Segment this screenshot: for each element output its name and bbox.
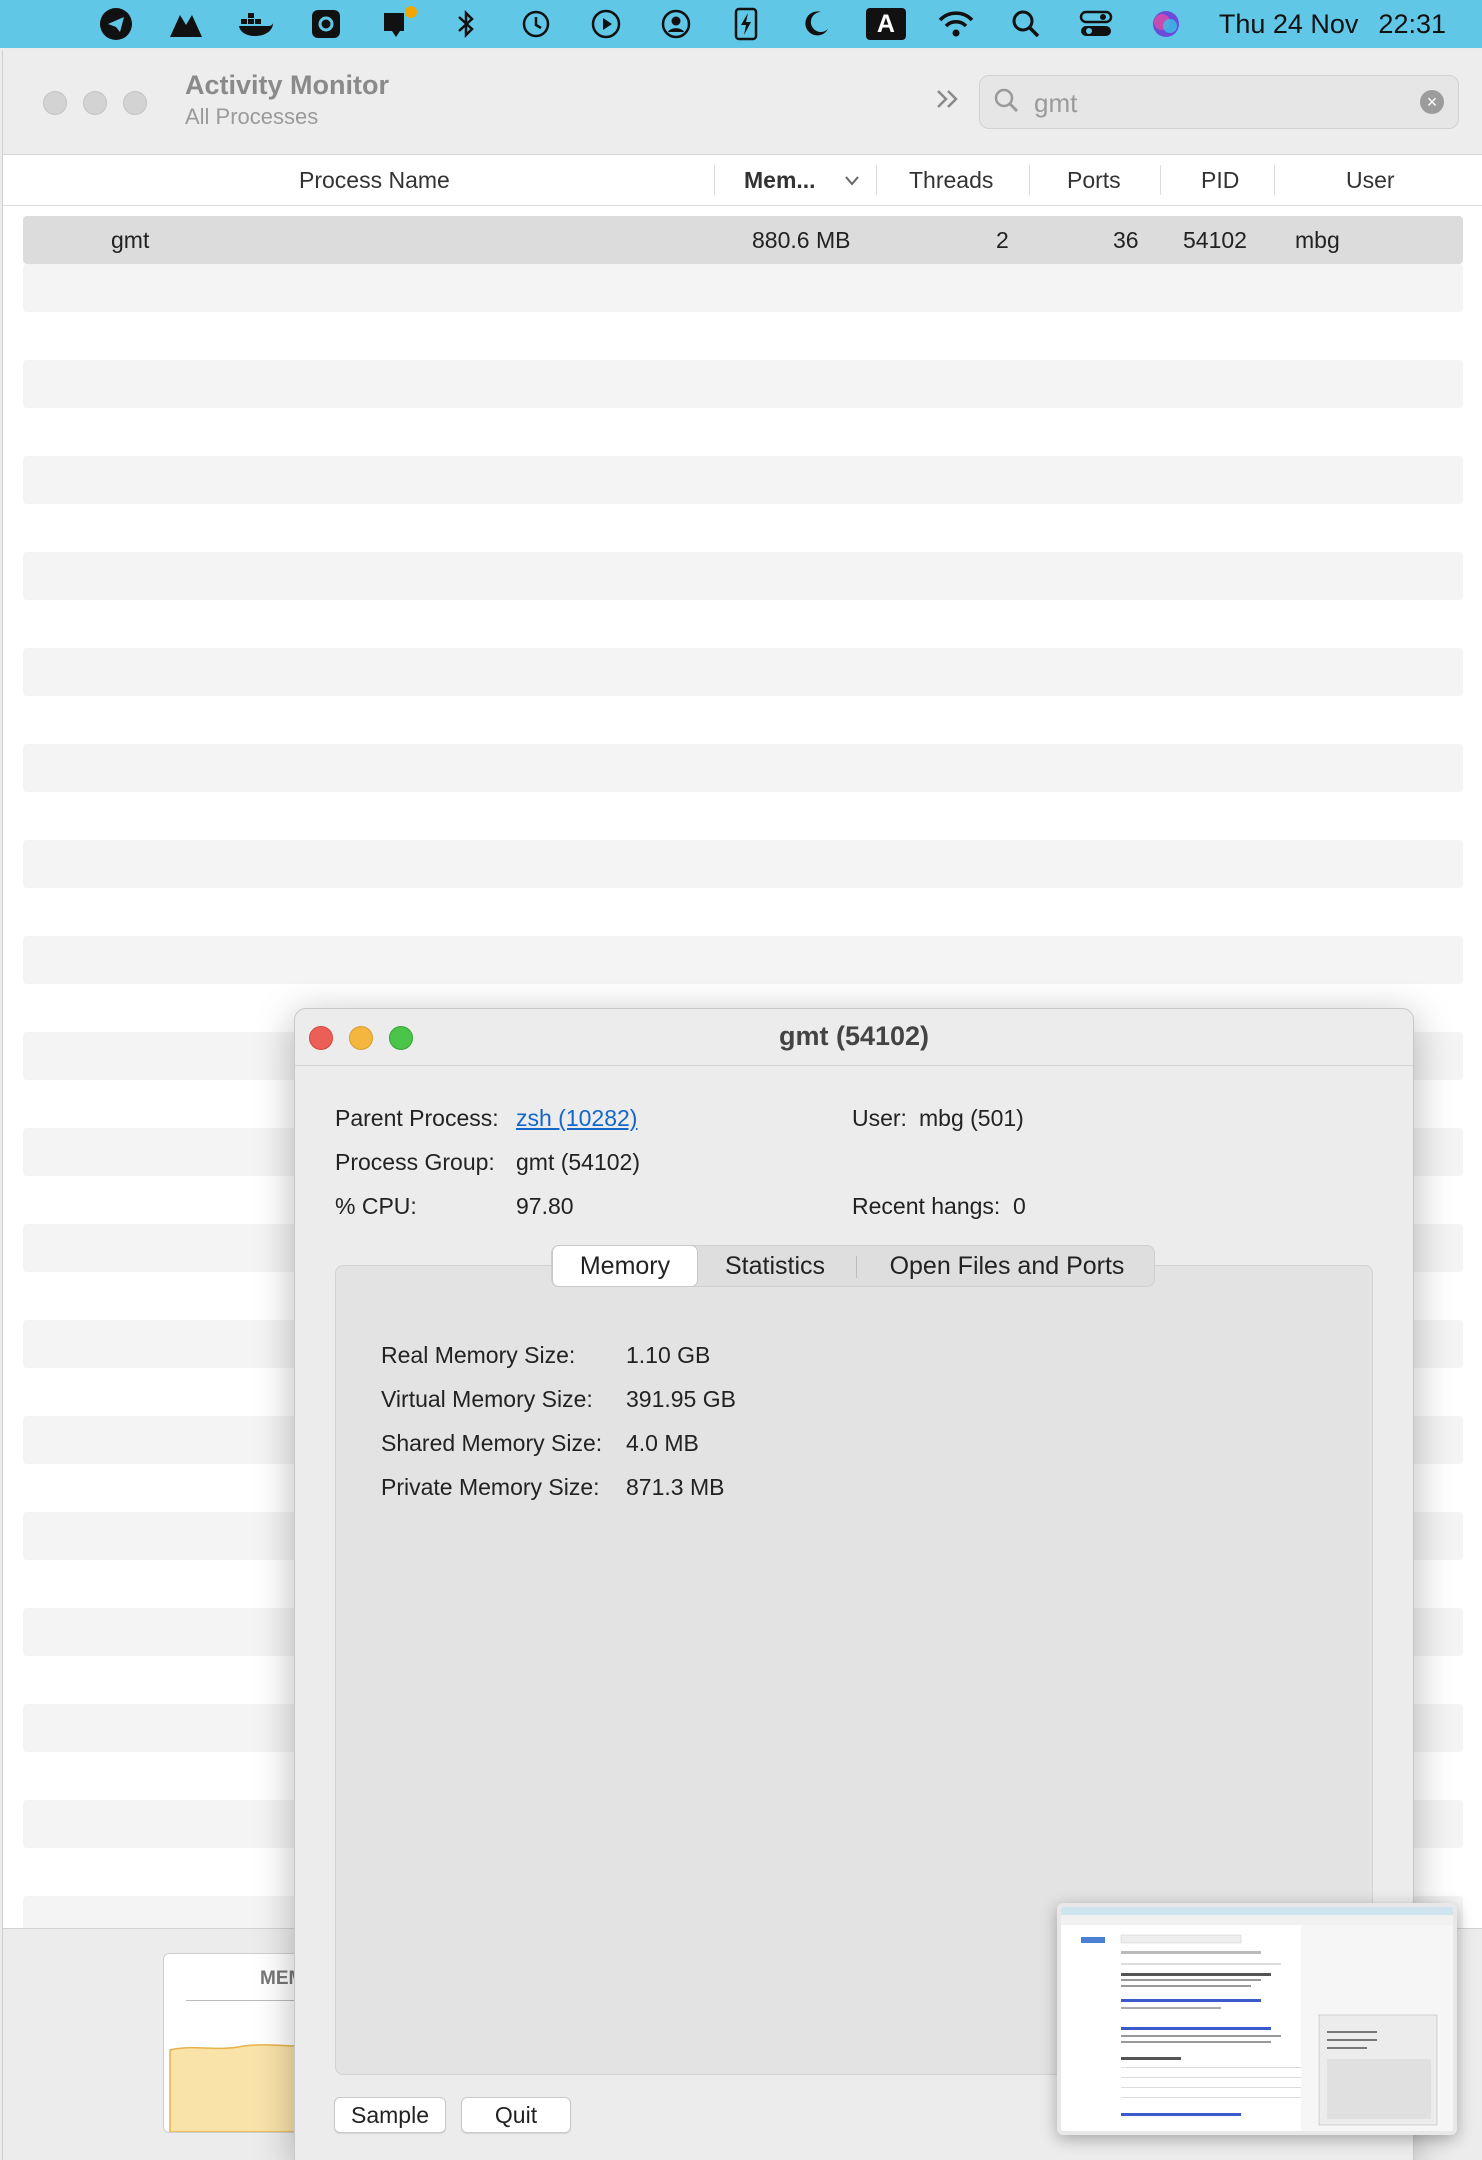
- clear-search-icon[interactable]: ×: [1420, 90, 1444, 114]
- pid-cell: 54102: [1183, 227, 1247, 253]
- menu-bar: A Thu 24 Nov 22:31: [0, 0, 1482, 48]
- screenshot-thumbnail-image: [1061, 1907, 1453, 2131]
- column-pid[interactable]: PID: [1201, 155, 1239, 205]
- cpu-value: 97.80: [516, 1193, 574, 1219]
- recent-hangs-label: Recent hangs:: [852, 1193, 1001, 1219]
- notification-badge: [404, 6, 417, 18]
- column-divider: [1029, 165, 1030, 195]
- window-subtitle: All Processes: [185, 104, 319, 129]
- input-a-letter: A: [865, 8, 906, 40]
- menubar-date[interactable]: Thu 24 Nov: [1219, 9, 1359, 40]
- column-divider: [876, 165, 877, 195]
- empty-row-stripe: [23, 456, 1463, 504]
- toolbar-overflow-chevrons-icon[interactable]: [933, 84, 963, 122]
- gear-badge-icon[interactable]: [291, 0, 361, 48]
- quit-button[interactable]: Quit: [461, 2097, 571, 2133]
- empty-row-stripe: [23, 648, 1463, 696]
- tab-statistics[interactable]: Statistics: [700, 1246, 850, 1286]
- sample-button[interactable]: Sample: [334, 2097, 446, 2133]
- ports-cell: 36: [1113, 227, 1139, 253]
- telegram-icon[interactable]: [81, 0, 151, 48]
- inspector-tab-bar: Memory Statistics Open Files and Ports: [551, 1245, 1155, 1287]
- column-ports[interactable]: Ports: [1067, 155, 1121, 205]
- user-cell: mbg: [1295, 227, 1340, 253]
- empty-row-stripe: [23, 360, 1463, 408]
- close-button[interactable]: [43, 91, 67, 115]
- empty-row-stripe: [23, 744, 1463, 792]
- maximize-button[interactable]: [123, 91, 147, 115]
- shared-memory-label: Shared Memory Size:: [381, 1430, 603, 1456]
- input-a-icon[interactable]: A: [851, 0, 921, 48]
- memory-cell: 880.6 MB: [752, 227, 851, 253]
- search-input[interactable]: [1032, 84, 1396, 122]
- column-divider: [1160, 165, 1161, 195]
- tab-open-files-and-ports[interactable]: Open Files and Ports: [862, 1246, 1152, 1286]
- virtual-memory-label: Virtual Memory Size:: [381, 1386, 593, 1412]
- battery-bolt-icon[interactable]: [711, 0, 781, 48]
- column-process-name[interactable]: Process Name: [299, 155, 450, 205]
- search-icon[interactable]: [991, 0, 1061, 48]
- private-memory-label: Private Memory Size:: [381, 1474, 600, 1500]
- tab-memory[interactable]: Memory: [552, 1245, 698, 1287]
- virtual-memory-value: 391.95 GB: [626, 1386, 736, 1412]
- column-user[interactable]: User: [1346, 155, 1395, 205]
- empty-row-stripe: [23, 264, 1463, 312]
- notification-bell-icon[interactable]: [361, 0, 431, 48]
- threads-cell: 2: [996, 227, 1009, 253]
- recent-hangs-value: 0: [1013, 1193, 1026, 1219]
- parent-process-link[interactable]: zsh (10282): [516, 1105, 637, 1132]
- minimize-button[interactable]: [83, 91, 107, 115]
- inspector-title-bar: gmt (54102): [295, 1009, 1413, 1066]
- shared-memory-value: 4.0 MB: [626, 1430, 699, 1456]
- menubar-time[interactable]: 22:31: [1378, 9, 1446, 40]
- table-header: Process Name Mem... Threads Ports PID Us…: [3, 155, 1482, 206]
- play-icon[interactable]: [571, 0, 641, 48]
- search-icon: [992, 86, 1022, 121]
- cpu-label: % CPU:: [335, 1193, 417, 1219]
- search-field[interactable]: ×: [979, 75, 1459, 129]
- user-value: mbg (501): [919, 1105, 1024, 1131]
- bluetooth-icon[interactable]: [431, 0, 501, 48]
- real-memory-value: 1.10 GB: [626, 1342, 711, 1368]
- process-name-cell: gmt: [111, 227, 150, 253]
- process-group-value: gmt (54102): [516, 1149, 641, 1175]
- column-divider: [714, 165, 715, 195]
- title-bar: Activity Monitor All Processes ×: [3, 50, 1482, 155]
- user-account-icon[interactable]: [641, 0, 711, 48]
- process-group-label: Process Group:: [335, 1149, 495, 1175]
- window-title: Activity Monitor: [185, 70, 390, 100]
- siri-icon[interactable]: [1131, 0, 1201, 48]
- empty-row-stripe: [23, 936, 1463, 984]
- docker-icon[interactable]: [221, 0, 291, 48]
- column-threads[interactable]: Threads: [909, 155, 993, 205]
- sort-descending-icon[interactable]: [844, 155, 860, 205]
- wifi-icon[interactable]: [921, 0, 991, 48]
- time-machine-icon[interactable]: [501, 0, 571, 48]
- empty-row-stripe: [23, 840, 1463, 888]
- inspector-title: gmt (54102): [778, 1021, 930, 1051]
- mountain-icon[interactable]: [151, 0, 221, 48]
- screenshot-thumbnail-preview[interactable]: [1057, 1903, 1457, 2135]
- moon-icon[interactable]: [781, 0, 851, 48]
- real-memory-label: Real Memory Size:: [381, 1342, 576, 1368]
- column-memory[interactable]: Mem...: [744, 155, 816, 205]
- tab-divider: [856, 1256, 857, 1278]
- column-divider: [1274, 165, 1275, 195]
- table-row[interactable]: gmt 880.6 MB 2 36 54102 mbg: [23, 216, 1463, 264]
- control-center-icon[interactable]: [1061, 0, 1131, 48]
- parent-process-label: Parent Process:: [335, 1105, 499, 1131]
- empty-row-stripe: [23, 552, 1463, 600]
- user-label: User:: [852, 1105, 907, 1131]
- private-memory-value: 871.3 MB: [626, 1474, 725, 1500]
